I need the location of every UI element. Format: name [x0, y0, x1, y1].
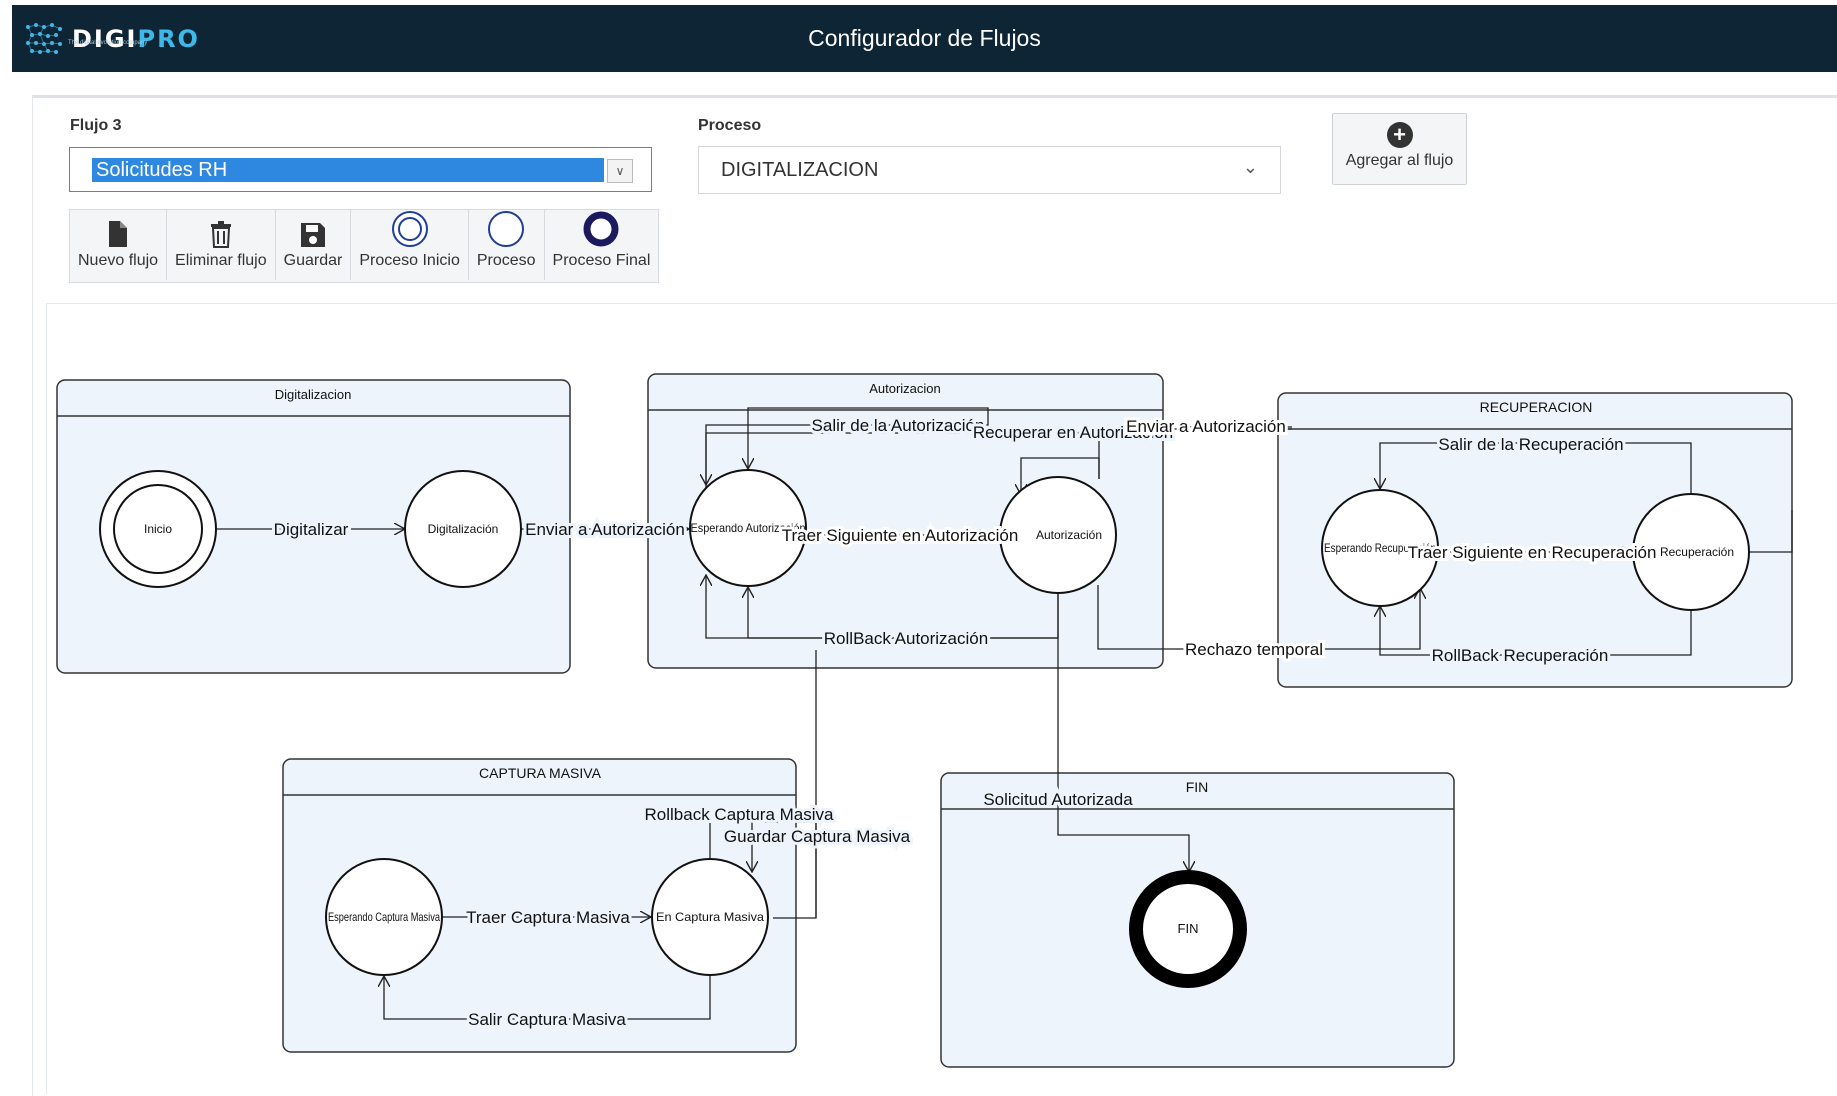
- flow-toolbar: Nuevo flujo Eliminar flujo Guardar Proce…: [69, 209, 660, 283]
- proceso-select-value: DIGITALIZACION: [721, 159, 879, 181]
- plus-circle-icon: +: [1386, 122, 1413, 148]
- delete-flow-label: Eliminar flujo: [175, 252, 267, 269]
- flow-canvas: [46, 303, 1837, 1094]
- new-flow-button[interactable]: Nuevo flujo: [70, 210, 168, 280]
- delete-flow-button[interactable]: Eliminar flujo: [167, 210, 276, 280]
- flujo-label: Flujo 3: [70, 117, 122, 134]
- final-process-button[interactable]: Proceso Final: [545, 210, 659, 280]
- final-process-label: Proceso Final: [552, 252, 651, 269]
- save-label: Guardar: [283, 252, 343, 269]
- start-process-button[interactable]: Proceso Inicio: [351, 210, 469, 280]
- flujo-select-value: Solicitudes RH: [92, 158, 604, 182]
- page-title: Configurador de Flujos: [808, 25, 1041, 51]
- floppy-disk-icon: [300, 223, 325, 247]
- process-label: Proceso: [476, 252, 536, 269]
- add-to-flow-button[interactable]: + Agregar al flujo: [1332, 113, 1467, 185]
- start-process-label: Proceso Inicio: [359, 252, 460, 269]
- trash-icon: [210, 221, 231, 248]
- app-header: DIGIPRO The digital evolution company Co…: [12, 5, 1837, 72]
- double-circle-icon: [391, 211, 428, 247]
- add-to-flow-label: Agregar al flujo: [1345, 152, 1454, 169]
- file-icon: [109, 221, 128, 247]
- thick-ring-icon: [583, 211, 619, 247]
- chevron-down-icon[interactable]: ⌄: [1243, 157, 1258, 178]
- chevron-down-icon[interactable]: ∨: [607, 159, 633, 183]
- proceso-label: Proceso: [698, 117, 762, 134]
- process-button[interactable]: Proceso: [469, 210, 545, 280]
- proceso-select[interactable]: DIGITALIZACION ⌄: [698, 146, 1281, 194]
- flujo-select[interactable]: Solicitudes RH ∨: [69, 147, 652, 192]
- save-button[interactable]: Guardar: [276, 210, 352, 280]
- circle-icon: [488, 211, 525, 247]
- new-flow-label: Nuevo flujo: [78, 252, 159, 269]
